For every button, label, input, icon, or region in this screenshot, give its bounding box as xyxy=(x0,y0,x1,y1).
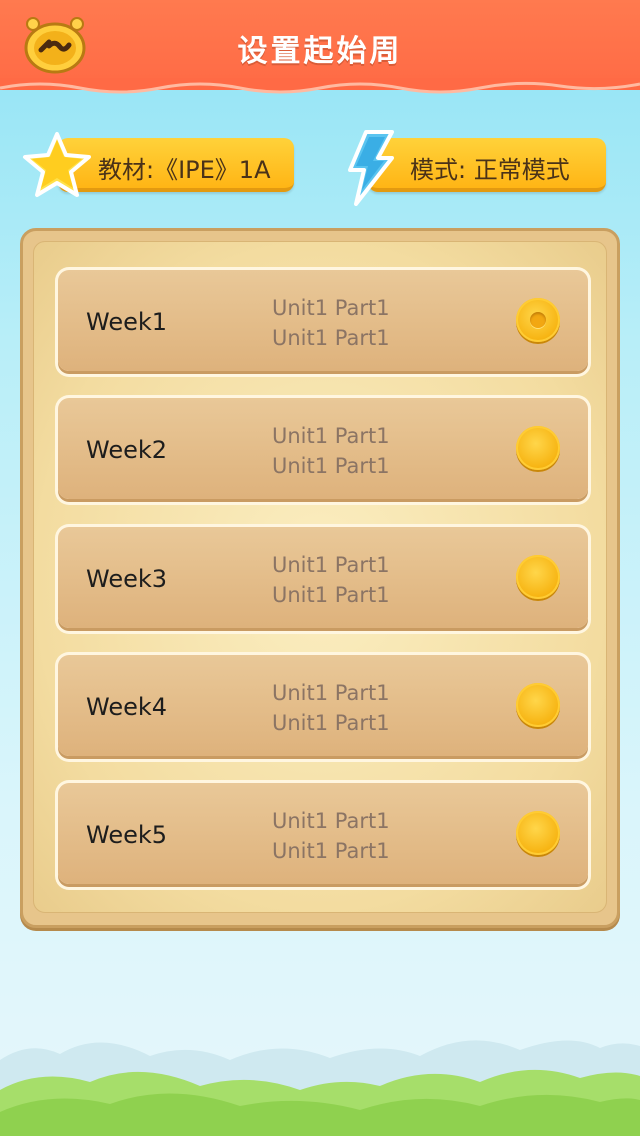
week-radio[interactable] xyxy=(516,683,560,727)
mode-label: 模式: 正常模式 xyxy=(410,156,570,184)
week-unit-line1: Unit1 Part1 xyxy=(272,296,390,320)
week-row-face: Week2 Unit1 Part1 Unit1 Part1 xyxy=(58,398,588,499)
week-radio[interactable] xyxy=(516,426,560,470)
week-unit-line2: Unit1 Part1 xyxy=(272,583,390,607)
mode-pill[interactable]: 模式: 正常模式 xyxy=(368,138,606,192)
textbook-pill[interactable]: 教材:《IPE》1A xyxy=(58,138,294,192)
page-title: 设置起始周 xyxy=(237,34,403,69)
week-row-4[interactable]: Week4 Unit1 Part1 Unit1 Part1 xyxy=(55,652,591,762)
radio-selected-dot xyxy=(530,312,546,328)
week-row-face: Week5 Unit1 Part1 Unit1 Part1 xyxy=(58,783,588,884)
week-label: Week2 xyxy=(86,436,168,464)
star-icon xyxy=(23,132,91,197)
week-unit-line1: Unit1 Part1 xyxy=(272,809,390,833)
week-row-1[interactable]: Week1 Unit1 Part1 Unit1 Part1 xyxy=(55,267,591,377)
week-row-3[interactable]: Week3 Unit1 Part1 Unit1 Part1 xyxy=(55,524,591,634)
lightning-icon xyxy=(348,130,394,206)
week-row-face: Week1 Unit1 Part1 Unit1 Part1 xyxy=(58,270,588,371)
week-unit-line1: Unit1 Part1 xyxy=(272,681,390,705)
week-unit-line2: Unit1 Part1 xyxy=(272,839,390,863)
week-radio-selected[interactable] xyxy=(516,298,560,342)
week-row-face: Week3 Unit1 Part1 Unit1 Part1 xyxy=(58,527,588,628)
week-row-5[interactable]: Week5 Unit1 Part1 Unit1 Part1 xyxy=(55,780,591,890)
week-radio[interactable] xyxy=(516,555,560,599)
week-label: Week5 xyxy=(86,821,168,849)
week-list-board: Week1 Unit1 Part1 Unit1 Part1 Week2 Unit… xyxy=(20,228,620,928)
header-wave-edge xyxy=(0,78,640,94)
week-row-2[interactable]: Week2 Unit1 Part1 Unit1 Part1 xyxy=(55,395,591,505)
week-unit-line2: Unit1 Part1 xyxy=(272,454,390,478)
week-label: Week3 xyxy=(86,565,168,593)
week-label: Week4 xyxy=(86,693,168,721)
week-unit-line1: Unit1 Part1 xyxy=(272,553,390,577)
week-label: Week1 xyxy=(86,308,168,336)
green-hills-decoration xyxy=(0,1040,640,1136)
week-unit-line2: Unit1 Part1 xyxy=(272,326,390,350)
week-radio[interactable] xyxy=(516,811,560,855)
textbook-label: 教材:《IPE》1A xyxy=(98,156,271,184)
week-unit-line1: Unit1 Part1 xyxy=(272,424,390,448)
week-unit-line2: Unit1 Part1 xyxy=(272,711,390,735)
week-row-face: Week4 Unit1 Part1 Unit1 Part1 xyxy=(58,655,588,756)
